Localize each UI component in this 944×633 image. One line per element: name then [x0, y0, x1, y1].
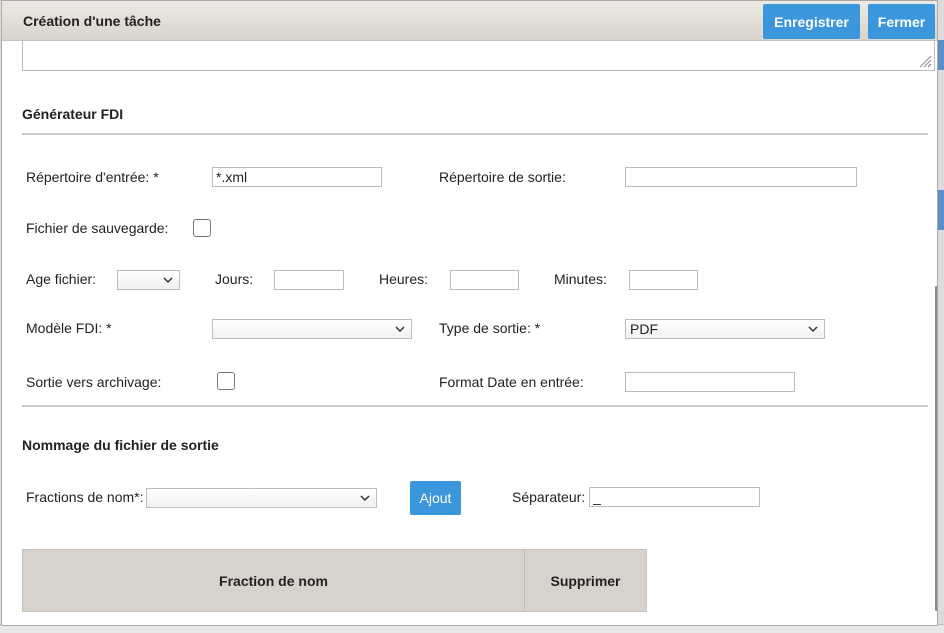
minutes-label: Minutes: — [554, 271, 607, 287]
input-dir-field[interactable] — [212, 167, 382, 187]
dialog-titlebar: Création d'une tâche Enregistrer Fermer — [2, 1, 937, 41]
date-format-label: Format Date en entrée: — [439, 374, 584, 390]
archive-checkbox[interactable] — [217, 372, 235, 390]
output-type-select[interactable]: PDF — [625, 319, 825, 339]
minutes-field[interactable] — [629, 270, 698, 290]
days-label: Jours: — [215, 271, 254, 287]
hours-label: Heures: — [379, 271, 429, 287]
input-dir-label: Répertoire d'entrée: * — [26, 169, 159, 185]
date-format-field[interactable] — [625, 372, 795, 392]
model-select[interactable] — [212, 319, 412, 339]
fractions-table-header: Fraction de nom Supprimer — [22, 549, 647, 612]
output-type-value: PDF — [630, 321, 658, 337]
dialog-content: Générateur FDI Répertoire d'entrée: * Ré… — [2, 41, 937, 625]
output-dir-field[interactable] — [625, 167, 857, 187]
output-dir-label: Répertoire de sortie: — [439, 169, 566, 185]
archive-label: Sortie vers archivage: — [26, 374, 162, 390]
section-fdi-title: Générateur FDI — [22, 106, 124, 122]
chevron-down-icon — [808, 326, 818, 333]
save-button[interactable]: Enregistrer — [763, 4, 860, 39]
file-age-select[interactable] — [117, 270, 180, 290]
fractions-select[interactable] — [146, 488, 377, 508]
resize-grip-icon[interactable] — [918, 54, 932, 68]
column-header-delete: Supprimer — [550, 572, 621, 589]
model-label: Modèle FDI: * — [26, 320, 112, 336]
close-button[interactable]: Fermer — [868, 4, 935, 39]
divider — [22, 405, 928, 407]
fractions-label: Fractions de nom*: — [26, 489, 144, 505]
hours-field[interactable] — [450, 270, 519, 290]
chevron-down-icon — [360, 495, 370, 502]
divider — [22, 133, 928, 135]
task-creation-dialog: Création d'une tâche Enregistrer Fermer … — [1, 0, 938, 626]
backup-file-checkbox[interactable] — [193, 219, 211, 237]
add-fraction-button[interactable]: Ajout — [410, 481, 461, 515]
chevron-down-icon — [395, 326, 405, 333]
column-header-fraction: Fraction de nom — [23, 550, 525, 611]
backup-file-label: Fichier de sauvegarde: — [26, 220, 169, 236]
section-naming-title: Nommage du fichier de sortie — [22, 437, 219, 453]
description-textarea[interactable] — [22, 41, 935, 71]
file-age-label: Age fichier: — [26, 271, 97, 287]
days-field[interactable] — [274, 270, 344, 290]
scrollbar[interactable] — [935, 286, 937, 611]
output-type-label: Type de sortie: * — [439, 320, 541, 336]
separator-field[interactable] — [589, 487, 760, 507]
chevron-down-icon — [163, 277, 173, 284]
separator-label: Séparateur: — [512, 489, 586, 505]
dialog-title: Création d'une tâche — [23, 13, 161, 29]
